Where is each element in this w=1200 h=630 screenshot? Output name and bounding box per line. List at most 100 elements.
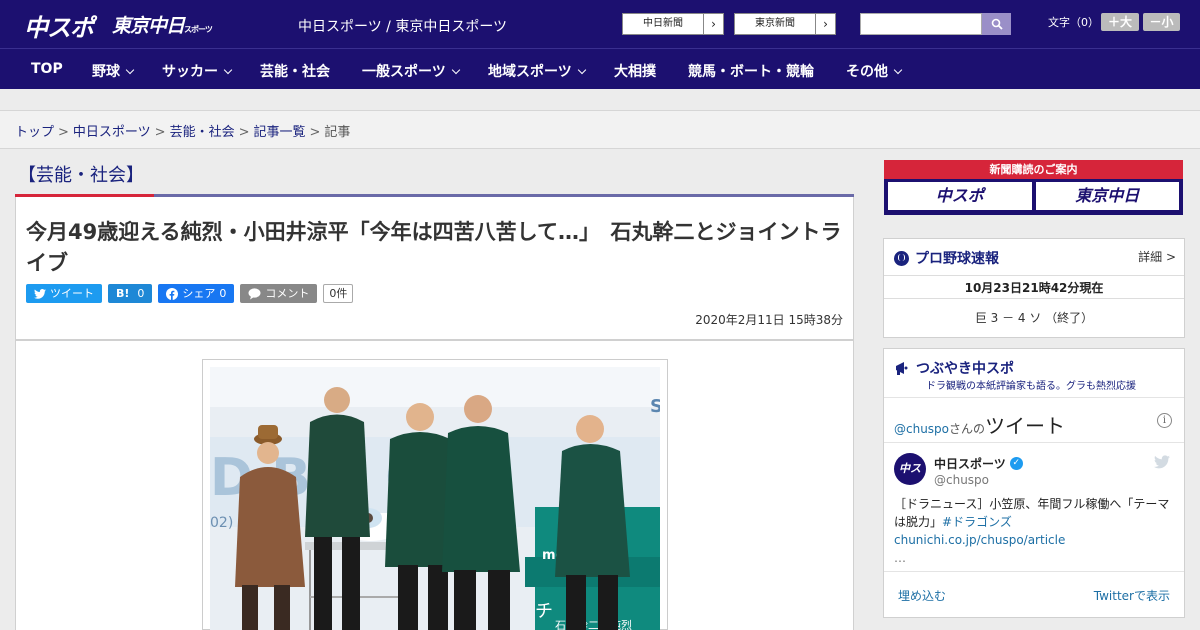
- chunichi-shimbun-label: 中日新聞: [643, 18, 683, 29]
- facebook-share-button[interactable]: シェア 0: [158, 284, 235, 303]
- nav-label: その他: [846, 64, 888, 80]
- share-buttons: ツイート B! 0 シェア 0 コメント 0件: [26, 284, 354, 304]
- baseball-game-score[interactable]: 巨 3 － 4 ソ （終了）: [884, 309, 1184, 326]
- nav-item-sumo[interactable]: 大相撲: [614, 61, 656, 81]
- svg-text:S: S: [650, 396, 660, 417]
- nav-label: 地域スポーツ: [488, 64, 572, 80]
- breadcrumb-article-list[interactable]: 記事一覧: [254, 125, 306, 140]
- search-icon: [991, 18, 1003, 30]
- font-size-label: 文字（0）: [1048, 16, 1099, 29]
- baseball-icon: [894, 250, 909, 266]
- subscription-logos: 中スポ 東京中日: [884, 179, 1183, 213]
- breadcrumb: トップ > 中日スポーツ > 芸能・社会 > 記事一覧 > 記事: [0, 111, 1200, 149]
- article-date: 2020年2月11日 15時38分: [695, 313, 843, 327]
- view-on-twitter-link[interactable]: Twitterで表示: [1094, 587, 1170, 604]
- tweets-heading: ツイート: [985, 414, 1066, 438]
- subscribe-tokyo-chunichi[interactable]: 東京中日: [1035, 182, 1179, 210]
- comment-count: 0件: [323, 284, 354, 303]
- tokyo-shimbun-button[interactable]: 東京新聞 ›: [734, 13, 836, 35]
- svg-text:チ: チ: [535, 601, 553, 622]
- tweets-by-handle[interactable]: @chuspoさんのツイート: [894, 410, 1065, 439]
- chuspo-logo[interactable]: 中スポ: [24, 8, 94, 43]
- top-header: 中スポ 東京中日スポーツ 中日スポーツ / 東京中日スポーツ 中日新聞 › 東京…: [0, 0, 1200, 48]
- nav-label: TOP: [31, 61, 63, 77]
- breadcrumb-separator: >: [58, 125, 69, 140]
- nav-label: 大相撲: [614, 64, 656, 80]
- chevron-down-icon: [893, 65, 903, 75]
- nav-item-top[interactable]: TOP: [31, 61, 63, 77]
- embed-link[interactable]: 埋め込む: [898, 587, 946, 604]
- tweet-author-name[interactable]: 中日スポーツ ✓: [934, 455, 1023, 472]
- tweet-label: ツイート: [50, 287, 94, 300]
- nav-item-entertainment[interactable]: 芸能・社会: [260, 61, 330, 81]
- article-photo[interactable]: D B P O meij チ 石丸幹二＆純烈 S 02): [210, 367, 660, 630]
- subscribe-chuspo[interactable]: 中スポ: [888, 182, 1032, 210]
- baseball-scores-title-text: プロ野球速報: [915, 251, 999, 267]
- nav-item-other[interactable]: その他: [846, 61, 903, 81]
- tweet-text: ［ドラニュース］小笠原、年間フル稼働へ「テーマは脱力」#ドラゴンズ chunich…: [894, 495, 1176, 567]
- article-header: 今月49歳迎える純烈・小田井涼平「今年は四苦八苦して…」 石丸幹二とジョイントラ…: [15, 197, 854, 340]
- nav-label: 競馬・ボート・競輪: [688, 64, 814, 80]
- speech-bubble-icon: [248, 287, 261, 299]
- hatena-count: 0: [137, 287, 145, 300]
- nav-item-soccer[interactable]: サッカー: [162, 61, 233, 81]
- subscription-heading: 新聞購読のご案内: [884, 160, 1183, 179]
- nav-label: 一般スポーツ: [362, 64, 446, 80]
- font-larger-button[interactable]: ＋大: [1101, 13, 1139, 31]
- spacer-band: [0, 89, 1200, 111]
- breadcrumb-separator: >: [309, 125, 321, 140]
- nav-label: サッカー: [162, 64, 218, 80]
- tokyo-shimbun-label: 東京新聞: [755, 18, 795, 29]
- handle-suffix: さんの: [949, 422, 986, 436]
- breadcrumb-entertainment[interactable]: 芸能・社会: [170, 125, 235, 140]
- breadcrumb-chunichi-sports[interactable]: 中日スポーツ: [73, 125, 151, 140]
- twitter-widget-subtitle: ドラ観戦の本紙評論家も語る。グラも熱烈応援: [926, 381, 1136, 392]
- chunichi-shimbun-button[interactable]: 中日新聞 ›: [622, 13, 724, 35]
- hatena-bookmark-button[interactable]: B! 0: [108, 284, 153, 303]
- handle-link[interactable]: @chuspo: [894, 422, 949, 436]
- font-smaller-button[interactable]: －小: [1143, 13, 1180, 31]
- chevron-right-icon: ›: [703, 14, 723, 34]
- avatar[interactable]: 中スポ: [894, 453, 926, 507]
- nav-label: 野球: [92, 64, 120, 80]
- tokyo-chunichi-logo[interactable]: 東京中日スポーツ: [112, 11, 213, 38]
- nav-item-baseball[interactable]: 野球: [92, 61, 135, 81]
- article-headline: 今月49歳迎える純烈・小田井涼平「今年は四苦八苦して…」 石丸幹二とジョイントラ…: [26, 220, 842, 275]
- twitter-widget-title-text: つぶやき中スポ: [916, 361, 1014, 377]
- tweet-link[interactable]: chunichi.co.jp/chuspo/article: [894, 533, 1065, 547]
- twitter-icon: [34, 288, 46, 299]
- breadcrumb-top[interactable]: トップ: [15, 125, 54, 140]
- tokyo-chunichi-logo-small: スポーツ: [184, 25, 213, 34]
- subscription-banner[interactable]: 新聞購読のご案内 中スポ 東京中日: [884, 160, 1183, 215]
- info-icon[interactable]: i: [1157, 413, 1172, 428]
- twitter-bird-icon[interactable]: [1154, 455, 1170, 469]
- twitter-widget-footer: 埋め込む Twitterで表示: [884, 571, 1184, 617]
- tweet-hashtag[interactable]: #ドラゴンズ: [942, 515, 1012, 529]
- comment-button[interactable]: コメント: [240, 284, 318, 303]
- facebook-share-label: シェア: [182, 287, 216, 300]
- verified-badge-icon: ✓: [1009, 457, 1023, 470]
- chevron-down-icon: [125, 65, 135, 75]
- chevron-down-icon: [451, 65, 460, 75]
- tweet-body: ［ドラニュース］小笠原、年間フル稼働へ「テーマは脱力」: [894, 497, 1170, 529]
- baseball-update-time: 10月23日21時42分現在: [884, 275, 1184, 299]
- nav-label: 芸能・社会: [260, 64, 330, 80]
- svg-text:02): 02): [210, 515, 233, 531]
- chevron-down-icon: [577, 65, 586, 75]
- nav-item-general-sports[interactable]: 一般スポーツ: [362, 61, 460, 81]
- tweet-author-handle[interactable]: @chuspo: [934, 473, 989, 487]
- search-input[interactable]: [860, 13, 982, 35]
- site-names: 中日スポーツ / 東京中日スポーツ: [298, 19, 508, 35]
- facebook-share-count: 0: [219, 287, 227, 300]
- article-category[interactable]: 【芸能・社会】: [18, 161, 144, 187]
- tweet-button[interactable]: ツイート: [26, 284, 102, 303]
- nav-item-racing[interactable]: 競馬・ボート・競輪: [688, 61, 814, 81]
- tweets-header: @chuspoさんのツイート i: [884, 397, 1184, 443]
- baseball-detail-link[interactable]: 詳細 >: [1138, 248, 1176, 265]
- search-button[interactable]: [982, 13, 1011, 35]
- twitter-widget-title: つぶやき中スポ: [894, 358, 1014, 378]
- chevron-right-icon: ›: [815, 14, 835, 34]
- comment-label: コメント: [265, 287, 310, 300]
- nav-item-local-sports[interactable]: 地域スポーツ: [488, 61, 586, 81]
- megaphone-icon: [896, 362, 908, 375]
